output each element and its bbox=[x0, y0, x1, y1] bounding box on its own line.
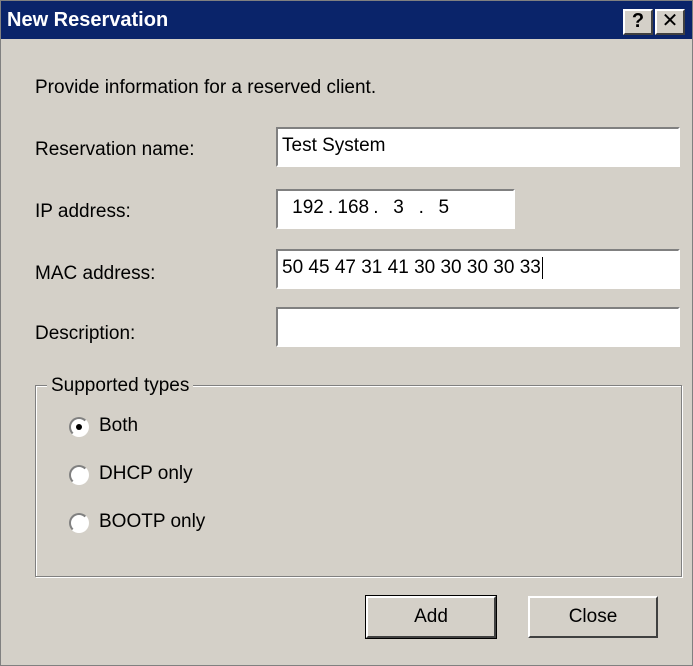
dialog-title: New Reservation bbox=[7, 9, 169, 31]
ip-octet-2[interactable]: 168 bbox=[333, 191, 373, 225]
reservation-name-input[interactable]: Test System bbox=[276, 127, 680, 167]
text-caret bbox=[541, 256, 543, 279]
help-icon: ? bbox=[631, 10, 645, 32]
mac-address-label: MAC address: bbox=[35, 263, 156, 284]
radio-both-label[interactable]: Both bbox=[99, 415, 138, 437]
add-button[interactable]: Add bbox=[365, 595, 497, 639]
description-input[interactable] bbox=[276, 307, 680, 347]
radio-selected-dot bbox=[76, 424, 82, 430]
ip-octet-3[interactable]: 3 bbox=[379, 191, 419, 225]
reservation-name-value: Test System bbox=[282, 135, 386, 156]
help-button[interactable]: ? bbox=[623, 9, 653, 35]
ip-address-label: IP address: bbox=[35, 201, 131, 222]
radio-dhcp-only-indicator[interactable] bbox=[69, 465, 89, 485]
radio-bootp-only-label[interactable]: BOOTP only bbox=[99, 511, 205, 533]
description-label: Description: bbox=[35, 323, 136, 344]
title-close-button[interactable]: ✕ bbox=[655, 9, 685, 35]
mac-address-input[interactable]: 50 45 47 31 41 30 30 30 30 33 bbox=[276, 249, 680, 289]
supported-types-legend: Supported types bbox=[47, 375, 194, 397]
radio-dhcp-only-label[interactable]: DHCP only bbox=[99, 463, 193, 485]
intro-text: Provide information for a reserved clien… bbox=[35, 77, 377, 98]
close-button[interactable]: Close bbox=[528, 596, 658, 638]
new-reservation-dialog: New Reservation ? ✕ Provide information … bbox=[0, 0, 693, 666]
mac-address-value: 50 45 47 31 41 30 30 30 30 33 bbox=[282, 257, 541, 278]
title-bar[interactable]: New Reservation ? ✕ bbox=[1, 1, 692, 39]
radio-both-indicator[interactable] bbox=[69, 417, 89, 437]
ip-octet-4[interactable]: 5 bbox=[424, 191, 464, 225]
reservation-name-label: Reservation name: bbox=[35, 139, 195, 160]
close-icon: ✕ bbox=[661, 10, 679, 32]
ip-octet-1[interactable]: 192 bbox=[288, 191, 328, 225]
ip-address-input[interactable]: 192. 168. 3. 5 bbox=[276, 189, 515, 229]
radio-bootp-only-indicator[interactable] bbox=[69, 513, 89, 533]
